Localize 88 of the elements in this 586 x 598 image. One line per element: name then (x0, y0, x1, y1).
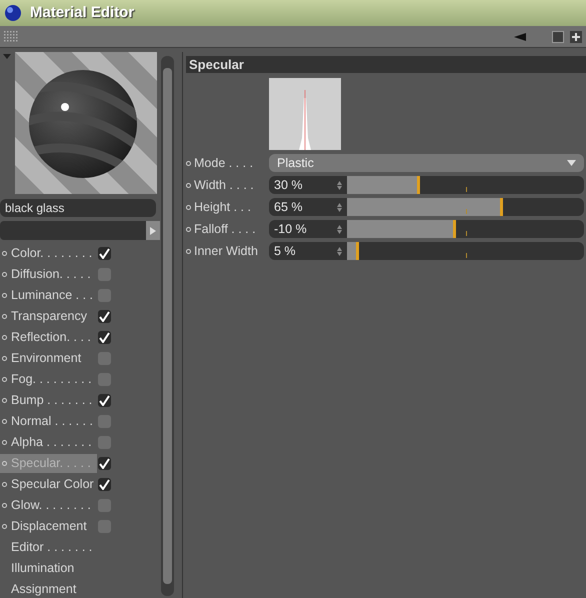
spinner-icon[interactable] (337, 180, 342, 190)
bullet-icon (2, 503, 7, 508)
value-field[interactable]: -10 % (269, 220, 347, 238)
channel-item[interactable]: Transparency (0, 307, 97, 326)
plus-icon[interactable] (570, 30, 582, 42)
param-label: Falloff . . . . (194, 220, 256, 238)
falloff-curve-preview (269, 78, 341, 150)
channel-item[interactable]: Assignment (0, 580, 97, 598)
checkbox[interactable] (98, 415, 111, 428)
channel-item[interactable]: Bump . . . . . . . (0, 391, 97, 410)
value-field[interactable]: 65 % (269, 198, 347, 216)
channel-item[interactable]: Color. . . . . . . . (0, 244, 97, 263)
checkbox[interactable] (98, 457, 111, 470)
checkmark-icon (99, 311, 110, 322)
channel-item[interactable]: Glow. . . . . . . . (0, 496, 97, 515)
channel-item[interactable]: Luminance . . . (0, 286, 97, 305)
param-label: Mode . . . . (194, 154, 254, 172)
caret-icon (567, 160, 576, 166)
bullet-icon (2, 482, 7, 487)
bullet-icon (2, 314, 7, 319)
arrow-button[interactable] (146, 221, 160, 240)
channel-item[interactable]: Displacement (0, 517, 97, 536)
checkbox[interactable] (98, 268, 111, 281)
slider-fill[interactable] (347, 198, 504, 216)
mode-dropdown[interactable]: Plastic (269, 154, 584, 172)
slider-fill[interactable] (347, 242, 359, 260)
checkmark-icon (99, 479, 110, 490)
checkbox[interactable] (98, 289, 111, 302)
bullet-icon (186, 182, 191, 188)
bullet-icon (2, 251, 7, 256)
sphere-icon (4, 4, 22, 22)
checkbox[interactable] (98, 436, 111, 449)
bullet-icon (2, 335, 7, 340)
bullet-icon (2, 524, 7, 529)
window-title: Material Editor (30, 2, 134, 23)
checkbox[interactable] (98, 478, 111, 491)
bullet-icon (2, 461, 7, 466)
bullet-icon (2, 272, 7, 277)
bullet-icon (2, 440, 7, 445)
slider-fill[interactable] (347, 176, 420, 194)
scroll-thumb[interactable] (163, 68, 172, 584)
spinner-icon[interactable] (337, 224, 342, 234)
bullet-icon (2, 419, 7, 424)
channel-item[interactable]: Alpha . . . . . . . (0, 433, 97, 452)
bullet-icon (186, 226, 191, 232)
channel-item[interactable]: Editor . . . . . . . (0, 538, 97, 557)
channel-item[interactable]: Illumination (0, 559, 97, 578)
dropdown-field[interactable] (0, 221, 160, 240)
checkbox[interactable] (98, 373, 111, 386)
checkbox[interactable] (98, 394, 111, 407)
channel-item[interactable]: Environment (0, 349, 97, 368)
param-label: Width . . . . (194, 176, 254, 194)
checkbox[interactable] (98, 499, 111, 512)
section-header: Specular (186, 56, 586, 73)
channel-item[interactable]: Reflection. . . . (0, 328, 97, 347)
checkbox[interactable] (98, 310, 111, 323)
triangle-icon[interactable] (514, 30, 526, 42)
channel-item[interactable]: Fog. . . . . . . . . (0, 370, 97, 389)
grip-icon[interactable] (4, 30, 18, 42)
checkmark-icon (99, 395, 110, 406)
spinner-icon[interactable] (337, 202, 342, 212)
material-name-field[interactable]: black glass (0, 199, 156, 217)
bullet-icon (186, 248, 191, 254)
checkmark-icon (99, 458, 110, 469)
arrow-icon (150, 226, 156, 234)
checkmark-icon (99, 332, 110, 343)
checkbox[interactable] (98, 247, 111, 260)
value-field[interactable]: 30 % (269, 176, 347, 194)
checkbox[interactable] (98, 331, 111, 344)
channel-item[interactable]: Normal . . . . . . (0, 412, 97, 431)
bullet-icon (2, 293, 7, 298)
bullet-icon (2, 398, 7, 403)
bullet-icon (186, 204, 191, 210)
bullet-icon (186, 160, 191, 166)
bullet-icon (2, 377, 7, 382)
spinner-icon[interactable] (337, 246, 342, 256)
channel-item[interactable]: Specular Color (0, 475, 97, 494)
channel-item[interactable]: Diffusion. . . . . (0, 265, 97, 284)
window-button[interactable] (552, 30, 564, 42)
param-label: Inner Width (194, 242, 258, 260)
scrollbar[interactable] (161, 56, 174, 596)
value-field[interactable]: 5 % (269, 242, 347, 260)
checkmark-icon (99, 248, 110, 259)
bullet-icon (2, 356, 7, 361)
checkbox[interactable] (98, 520, 111, 533)
param-label: Height . . . (194, 198, 251, 216)
slider-fill[interactable] (347, 220, 456, 238)
checkbox[interactable] (98, 352, 111, 365)
